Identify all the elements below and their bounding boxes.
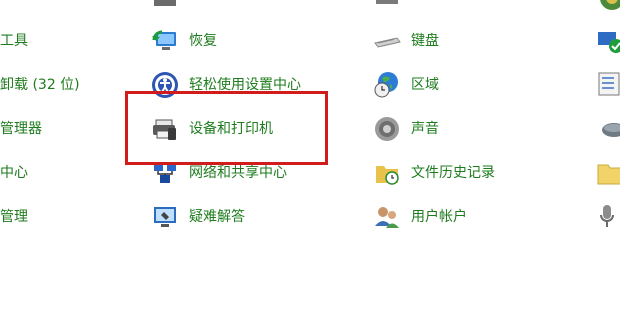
file-history-icon[interactable] bbox=[372, 158, 402, 188]
cp-item-center[interactable]: 中心 bbox=[0, 159, 28, 187]
user-accounts-icon[interactable] bbox=[372, 202, 402, 232]
security-maintenance-icon[interactable] bbox=[596, 26, 620, 56]
cp-item-uninstall-32bit[interactable]: 卸载 (32 位) bbox=[0, 71, 80, 99]
cp-item-region[interactable]: 区域 bbox=[411, 71, 439, 99]
sound-icon[interactable] bbox=[372, 114, 402, 144]
cp-label-devices-printers: 设备和打印机 bbox=[189, 121, 273, 137]
storage-spaces-icon[interactable] bbox=[150, 0, 180, 12]
cp-item-ease-of-access[interactable]: 轻松使用设置中心 bbox=[189, 71, 301, 99]
cp-label-management: 管理 bbox=[0, 209, 28, 225]
cp-label-ease-of-access: 轻松使用设置中心 bbox=[189, 77, 301, 93]
cp-item-network-sharing[interactable]: 网络和共享中心 bbox=[189, 159, 287, 187]
cp-item-devices-printers[interactable]: 设备和打印机 bbox=[189, 115, 273, 143]
cp-item-manager[interactable]: 管理器 bbox=[0, 115, 42, 143]
cp-label-manager: 管理器 bbox=[0, 121, 42, 137]
cp-label-keyboard: 键盘 bbox=[411, 33, 439, 49]
cp-label-uninstall-32bit: 卸载 (32 位) bbox=[0, 77, 80, 93]
folder-options-icon[interactable] bbox=[596, 158, 620, 188]
cp-item-sound[interactable]: 声音 bbox=[411, 115, 439, 143]
cp-label-file-history: 文件历史记录 bbox=[411, 165, 495, 181]
cp-item-management[interactable]: 管理 bbox=[0, 203, 28, 231]
troubleshooting-icon[interactable] bbox=[150, 202, 180, 232]
ease-of-access-icon[interactable] bbox=[150, 70, 180, 100]
mouse-icon[interactable] bbox=[596, 114, 620, 144]
cp-item-keyboard[interactable]: 键盘 bbox=[411, 27, 439, 55]
task-list-icon[interactable] bbox=[596, 70, 620, 100]
microphone-icon[interactable] bbox=[596, 202, 620, 232]
cp-label-recovery: 恢复 bbox=[189, 33, 217, 49]
keyboard-icon[interactable] bbox=[372, 26, 402, 56]
recovery-icon[interactable] bbox=[150, 26, 180, 56]
cp-item-troubleshooting[interactable]: 疑难解答 bbox=[189, 203, 245, 231]
cp-item-user-accounts[interactable]: 用户帐户 bbox=[411, 203, 467, 231]
cp-label-tools: 工具 bbox=[0, 33, 28, 49]
network-sharing-icon[interactable] bbox=[150, 158, 180, 188]
cp-label-troubleshooting: 疑难解答 bbox=[189, 209, 245, 225]
region-icon[interactable] bbox=[372, 70, 402, 100]
devices-and-printers-icon[interactable] bbox=[150, 114, 180, 144]
cp-label-network-sharing: 网络和共享中心 bbox=[189, 165, 287, 181]
cp-item-file-history[interactable]: 文件历史记录 bbox=[411, 159, 495, 187]
cp-label-region: 区域 bbox=[411, 77, 439, 93]
cp-label-sound: 声音 bbox=[411, 121, 439, 137]
color-management-icon[interactable] bbox=[372, 0, 402, 12]
cp-item-tools[interactable]: 工具 bbox=[0, 27, 28, 55]
taskbar-color-icon[interactable] bbox=[596, 0, 620, 12]
cp-label-center: 中心 bbox=[0, 165, 28, 181]
cp-item-recovery[interactable]: 恢复 bbox=[189, 27, 217, 55]
cp-label-user-accounts: 用户帐户 bbox=[411, 209, 467, 225]
